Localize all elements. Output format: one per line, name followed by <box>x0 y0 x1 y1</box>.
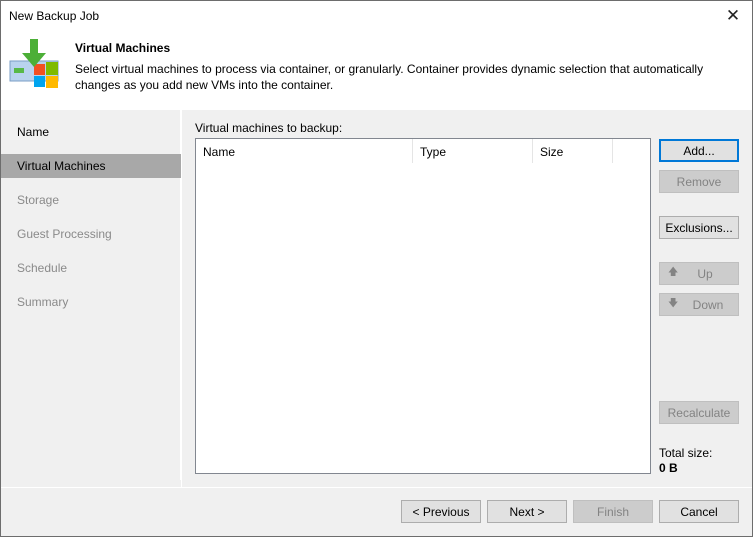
vm-list-label: Virtual machines to backup: <box>195 121 343 135</box>
down-button[interactable]: 🡇 Down <box>659 293 739 316</box>
vm-backup-icon <box>9 39 59 88</box>
sidebar-divider <box>181 110 182 488</box>
vm-list[interactable]: Name Type Size <box>195 138 651 474</box>
footer-divider <box>1 487 752 488</box>
step-name[interactable]: Name <box>1 120 181 144</box>
arrow-up-icon: 🡅 <box>668 267 679 278</box>
previous-button[interactable]: < Previous <box>401 500 481 523</box>
exclusions-button[interactable]: Exclusions... <box>659 216 739 239</box>
wizard-steps: Name Virtual Machines Storage Guest Proc… <box>1 110 181 480</box>
window-title: New Backup Job <box>9 9 100 23</box>
step-virtual-machines[interactable]: Virtual Machines <box>1 154 181 178</box>
step-description: Select virtual machines to process via c… <box>75 62 704 92</box>
column-header-type[interactable]: Type <box>413 139 533 163</box>
wizard-header: Virtual Machines Select virtual machines… <box>1 32 752 110</box>
step-storage[interactable]: Storage <box>1 188 181 212</box>
add-button[interactable]: Add... <box>659 139 739 162</box>
new-backup-job-dialog: New Backup Job ✕ Virtual Machines Select… <box>0 0 753 537</box>
total-size-value: 0 B <box>659 461 678 475</box>
recalculate-button[interactable]: Recalculate <box>659 401 739 424</box>
step-guest-processing[interactable]: Guest Processing <box>1 222 181 246</box>
up-button[interactable]: 🡅 Up <box>659 262 739 285</box>
down-label: Down <box>692 297 724 312</box>
finish-button[interactable]: Finish <box>573 500 653 523</box>
step-summary[interactable]: Summary <box>1 290 181 314</box>
up-label: Up <box>697 266 713 281</box>
title-bar: New Backup Job ✕ <box>1 1 752 32</box>
column-header-size[interactable]: Size <box>533 139 613 163</box>
remove-button[interactable]: Remove <box>659 170 739 193</box>
close-button[interactable]: ✕ <box>718 1 748 31</box>
total-size-label: Total size: <box>659 446 713 460</box>
close-icon: ✕ <box>725 6 741 25</box>
cancel-button[interactable]: Cancel <box>659 500 739 523</box>
arrow-down-icon: 🡇 <box>668 298 679 309</box>
next-button[interactable]: Next > <box>487 500 567 523</box>
step-schedule[interactable]: Schedule <box>1 256 181 280</box>
step-title: Virtual Machines <box>75 41 171 55</box>
column-header-name[interactable]: Name <box>196 139 413 163</box>
